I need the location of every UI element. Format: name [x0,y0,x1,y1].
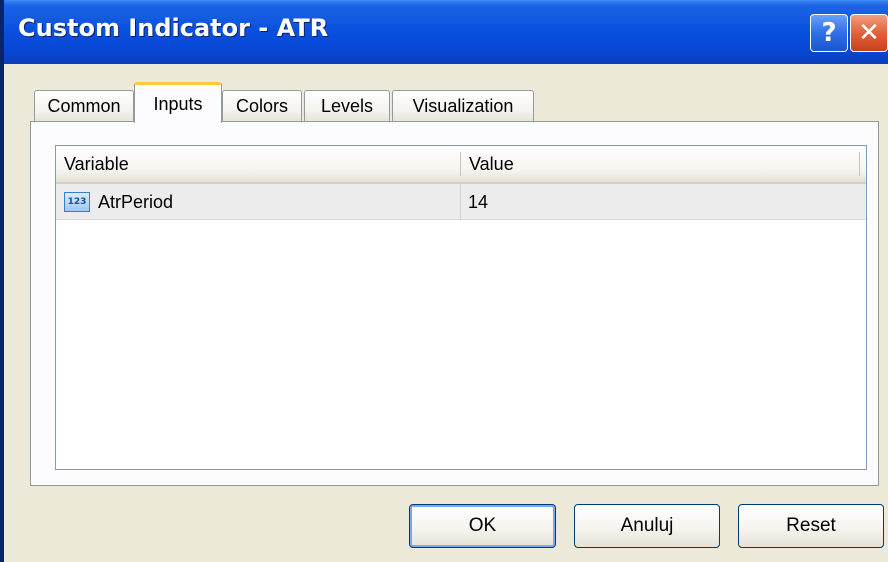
table-row[interactable]: 123 AtrPeriod 14 [56,184,866,220]
inputs-tab-panel: Variable Value 123 AtrPeriod 14 [30,121,879,486]
reset-button[interactable]: Reset [738,504,884,548]
custom-indicator-dialog: Custom Indicator - ATR ? ✕ Common Inputs… [0,0,888,562]
column-header-value[interactable]: Value [461,146,859,182]
column-header-variable[interactable]: Variable [56,146,460,182]
close-button[interactable]: ✕ [850,14,888,52]
tab-common[interactable]: Common [34,90,134,122]
title-bar[interactable]: Custom Indicator - ATR ? ✕ [4,0,888,64]
value-cell[interactable]: 14 [468,184,488,220]
button-label: Anuluj [620,515,674,536]
cell-divider [460,184,461,220]
tab-label: Levels [320,96,374,116]
tab-colors[interactable]: Colors [222,90,302,122]
ok-button[interactable]: OK [409,504,556,548]
tab-label: Visualization [412,96,514,116]
inputs-list[interactable]: Variable Value 123 AtrPeriod 14 [55,145,867,470]
variable-cell: AtrPeriod [98,191,174,212]
button-label: OK [468,515,497,536]
window-title: Custom Indicator - ATR [18,14,329,42]
list-header: Variable Value [56,146,866,184]
help-icon: ? [821,18,837,48]
column-label: Value [469,153,514,174]
help-button[interactable]: ? [810,14,848,52]
tab-label: Inputs [153,93,203,114]
close-icon: ✕ [858,18,880,48]
button-label: Reset [786,515,836,536]
tab-visualization[interactable]: Visualization [392,90,534,122]
integer-type-icon: 123 [64,192,90,212]
tab-label: Common [47,96,121,116]
tab-inputs[interactable]: Inputs [134,82,222,123]
column-divider[interactable] [859,152,860,176]
cancel-button[interactable]: Anuluj [574,504,720,548]
column-label: Variable [64,153,129,174]
tab-label: Colors [235,96,288,116]
tab-levels[interactable]: Levels [304,90,390,122]
